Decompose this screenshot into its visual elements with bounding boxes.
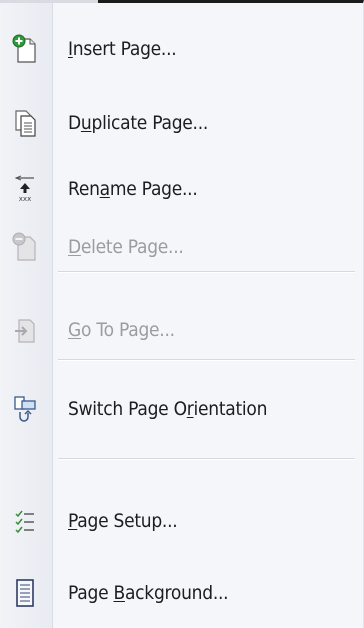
svg-text:xxx: xxx (19, 195, 31, 203)
duplicate-page-icon (12, 108, 38, 138)
menu-separator (58, 271, 355, 273)
switch-orientation-icon (12, 394, 38, 424)
menu-item-label: Go To Page... (68, 319, 175, 341)
menu-item-delete-page[interactable]: Delete Page... (0, 219, 364, 275)
go-to-page-icon (12, 315, 38, 345)
page-setup-icon (12, 506, 38, 536)
menu-item-page-setup[interactable]: Page Setup... (0, 493, 364, 549)
menu-separator (58, 359, 355, 361)
menu-item-rename-page[interactable]: xxx Rename Page... (0, 161, 364, 217)
menu-item-go-to-page[interactable]: Go To Page... (0, 302, 364, 358)
rename-page-icon: xxx (12, 174, 38, 204)
delete-page-icon (12, 232, 38, 262)
insert-page-icon (12, 34, 38, 64)
menu-item-label: Page Background... (68, 582, 229, 604)
page-background-icon (12, 578, 38, 608)
menu-separator (58, 458, 355, 460)
page-context-menu: Insert Page... Duplicate Page... xxx Ren… (0, 0, 364, 628)
menu-item-label: Switch Page Orientation (68, 398, 268, 420)
menu-item-label: Delete Page... (68, 236, 184, 258)
menu-item-insert-page[interactable]: Insert Page... (0, 21, 364, 77)
menu-item-page-background[interactable]: Page Background... (0, 565, 364, 621)
menu-item-label: Rename Page... (68, 178, 198, 200)
menu-item-duplicate-page[interactable]: Duplicate Page... (0, 95, 364, 151)
menu-item-label: Insert Page... (68, 38, 177, 60)
menu-item-switch-page-orientation[interactable]: Switch Page Orientation (0, 381, 364, 437)
menu-item-label: Duplicate Page... (68, 112, 209, 134)
menu-item-label: Page Setup... (68, 510, 178, 532)
